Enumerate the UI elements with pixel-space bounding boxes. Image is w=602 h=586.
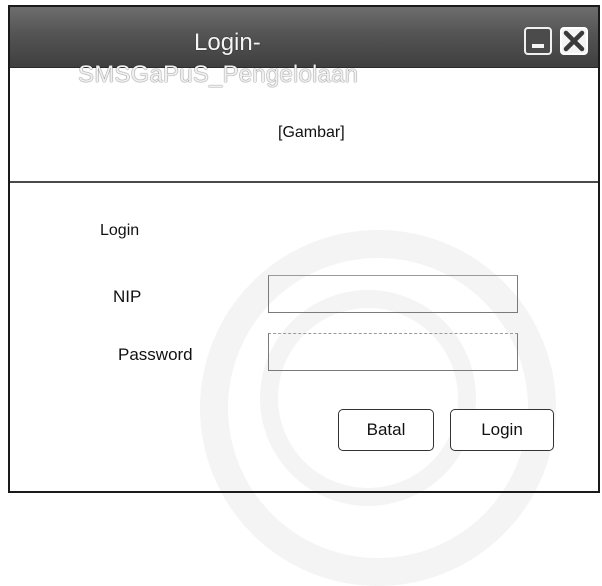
image-placeholder: [Gambar]: [278, 124, 345, 141]
login-section-label: Login: [100, 222, 140, 239]
window-title-line2: SMSGaPuS_Pengelolaan: [78, 61, 359, 88]
nip-label: NIP: [113, 287, 142, 306]
nip-input[interactable]: [268, 275, 518, 313]
window-title-line1: Login-: [194, 29, 261, 56]
close-button[interactable]: [560, 27, 588, 55]
close-icon: [563, 30, 585, 52]
minimize-icon: [532, 44, 544, 48]
minimize-button[interactable]: [524, 27, 552, 55]
password-label: Password: [118, 345, 193, 364]
title-bar[interactable]: [10, 7, 598, 68]
cancel-button[interactable]: Batal: [338, 409, 434, 451]
login-window: Login- SMSGaPuS_Pengelolaan [Gambar] Log…: [8, 5, 600, 493]
password-input[interactable]: [268, 333, 518, 371]
login-button[interactable]: Login: [450, 409, 554, 451]
header-divider: [10, 181, 598, 183]
